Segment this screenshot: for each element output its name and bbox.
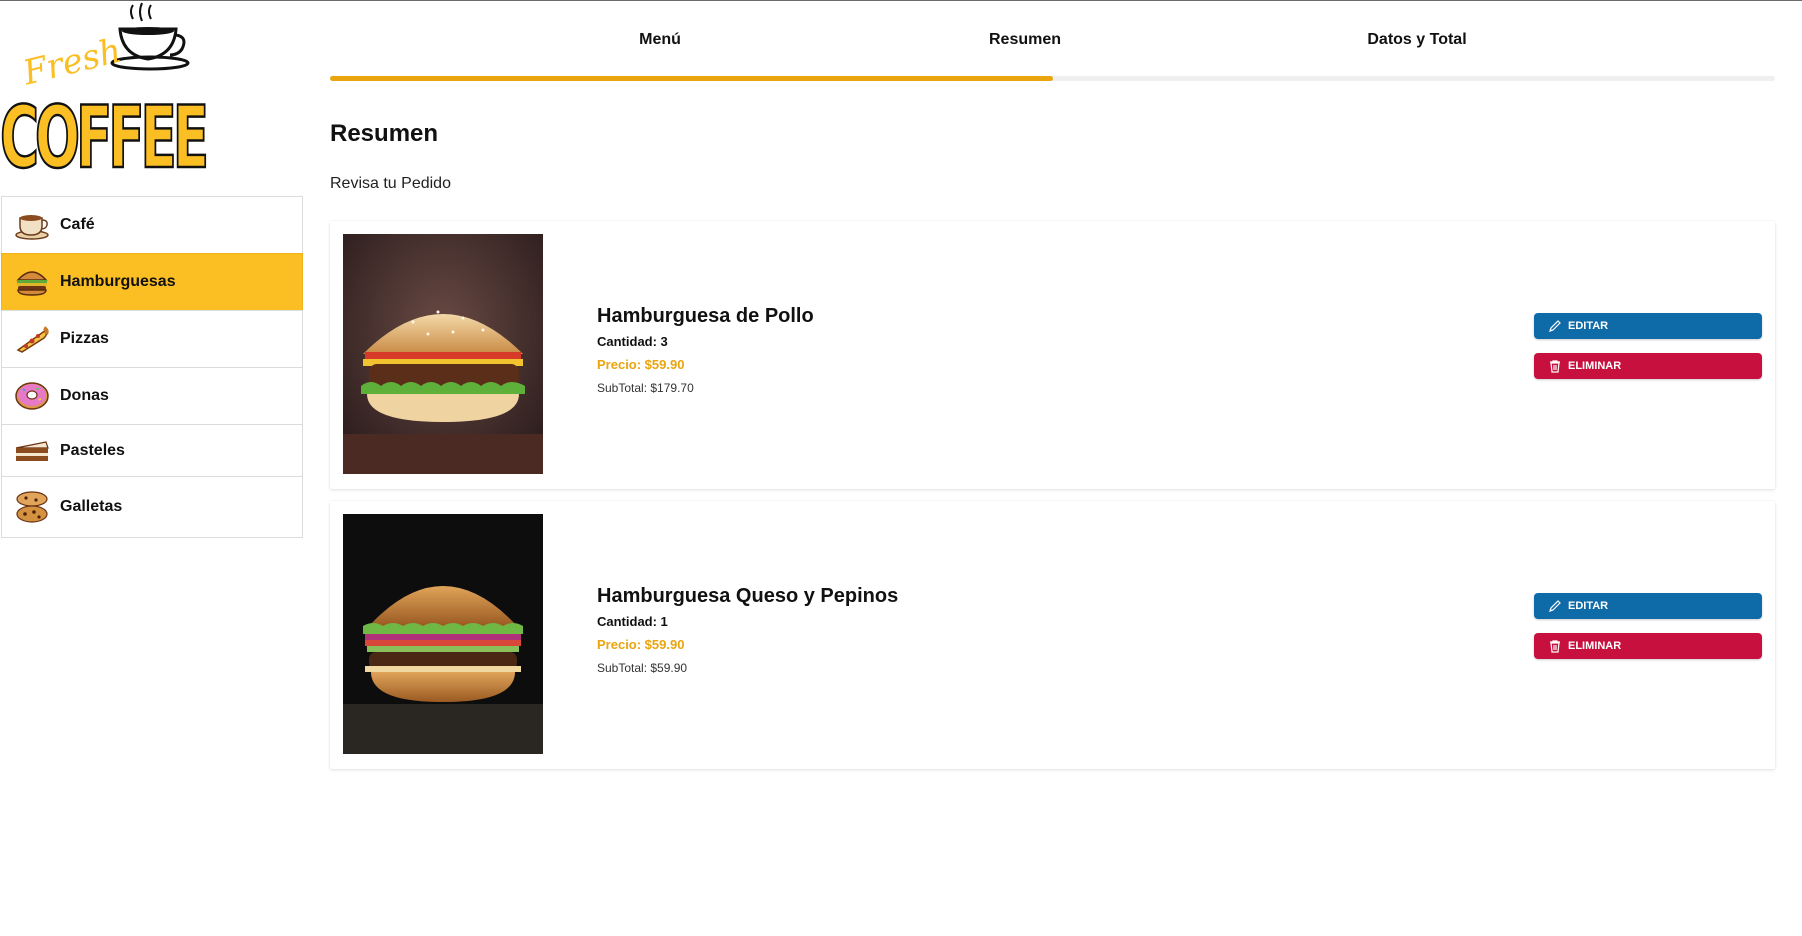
cake-slice-icon xyxy=(14,435,50,467)
step-menu[interactable]: Menú xyxy=(639,31,681,49)
edit-button[interactable]: Editar xyxy=(1534,593,1762,619)
sidebar-item-label: Pizzas xyxy=(60,330,109,347)
sidebar-item-label: Galletas xyxy=(60,498,123,515)
order-steps: Menú Resumen Datos y Total xyxy=(330,1,1775,83)
order-item-info: Hamburguesa Queso y Pepinos Cantidad: 1 … xyxy=(597,585,898,675)
item-subtotal: SubTotal: $179.70 xyxy=(597,381,694,395)
step-datos-total[interactable]: Datos y Total xyxy=(1367,31,1466,49)
coffee-cup-icon xyxy=(14,209,50,241)
item-quantity: Cantidad: 3 xyxy=(597,334,668,349)
pencil-icon xyxy=(1549,600,1561,612)
svg-text:Fresh: Fresh xyxy=(18,31,125,94)
page-subtitle: Revisa tu Pedido xyxy=(330,175,451,192)
sidebar-item-cafe[interactable]: Café xyxy=(1,196,303,253)
sidebar-item-label: Donas xyxy=(60,387,109,404)
main-content: Menú Resumen Datos y Total Resumen Revis… xyxy=(330,1,1775,769)
item-subtotal: SubTotal: $59.90 xyxy=(597,661,688,675)
item-quantity: Cantidad: 1 xyxy=(597,614,668,629)
pencil-icon xyxy=(1549,320,1561,332)
sidebar-item-pasteles[interactable]: Pasteles xyxy=(1,424,303,476)
item-price: Precio: $59.90 xyxy=(597,357,685,372)
order-item-card: Hamburguesa Queso y Pepinos Cantidad: 1 … xyxy=(330,501,1775,769)
edit-button-label: Editar xyxy=(1568,600,1609,612)
edit-button[interactable]: Editar xyxy=(1534,313,1762,339)
trash-icon xyxy=(1550,360,1560,373)
donut-icon xyxy=(14,380,50,412)
delete-button[interactable]: Eliminar xyxy=(1534,633,1762,659)
category-list: Café Hamburguesas Pizzas Donas Pasteles … xyxy=(1,196,303,538)
sidebar-item-galletas[interactable]: Galletas xyxy=(1,476,303,538)
progress-bar xyxy=(330,76,1775,81)
delete-button-label: Eliminar xyxy=(1568,360,1622,372)
sidebar-item-label: Pasteles xyxy=(60,441,125,459)
svg-text:COFFEE: COFFEE xyxy=(0,88,206,181)
delete-button[interactable]: Eliminar xyxy=(1534,353,1762,379)
sidebar-item-label: Café xyxy=(60,216,95,233)
product-image xyxy=(343,234,543,474)
product-image xyxy=(343,514,543,754)
pizza-slice-icon xyxy=(14,323,50,355)
fresh-coffee-logo: Fresh COFFEE xyxy=(0,1,213,189)
burger-icon xyxy=(14,266,50,298)
sidebar-item-donas[interactable]: Donas xyxy=(1,367,303,424)
cookies-icon xyxy=(14,491,50,523)
progress-bar-fill xyxy=(330,76,1053,81)
order-item-card: Hamburguesa de Pollo Cantidad: 3 Precio:… xyxy=(330,221,1775,489)
sidebar-item-pizzas[interactable]: Pizzas xyxy=(1,310,303,367)
sidebar-item-hamburguesas[interactable]: Hamburguesas xyxy=(1,253,303,310)
step-resumen[interactable]: Resumen xyxy=(989,31,1061,49)
edit-button-label: Editar xyxy=(1568,320,1609,332)
order-item-info: Hamburguesa de Pollo Cantidad: 3 Precio:… xyxy=(597,305,814,395)
sidebar-item-label: Hamburguesas xyxy=(60,273,176,290)
delete-button-label: Eliminar xyxy=(1568,640,1622,652)
page-title: Resumen xyxy=(330,120,439,147)
sidebar: Fresh COFFEE Café Hamburguesas Pizzas Do… xyxy=(0,1,304,936)
item-price: Precio: $59.90 xyxy=(597,637,685,652)
item-name: Hamburguesa de Pollo xyxy=(597,305,814,327)
trash-icon xyxy=(1550,640,1560,653)
item-name: Hamburguesa Queso y Pepinos xyxy=(597,585,899,607)
